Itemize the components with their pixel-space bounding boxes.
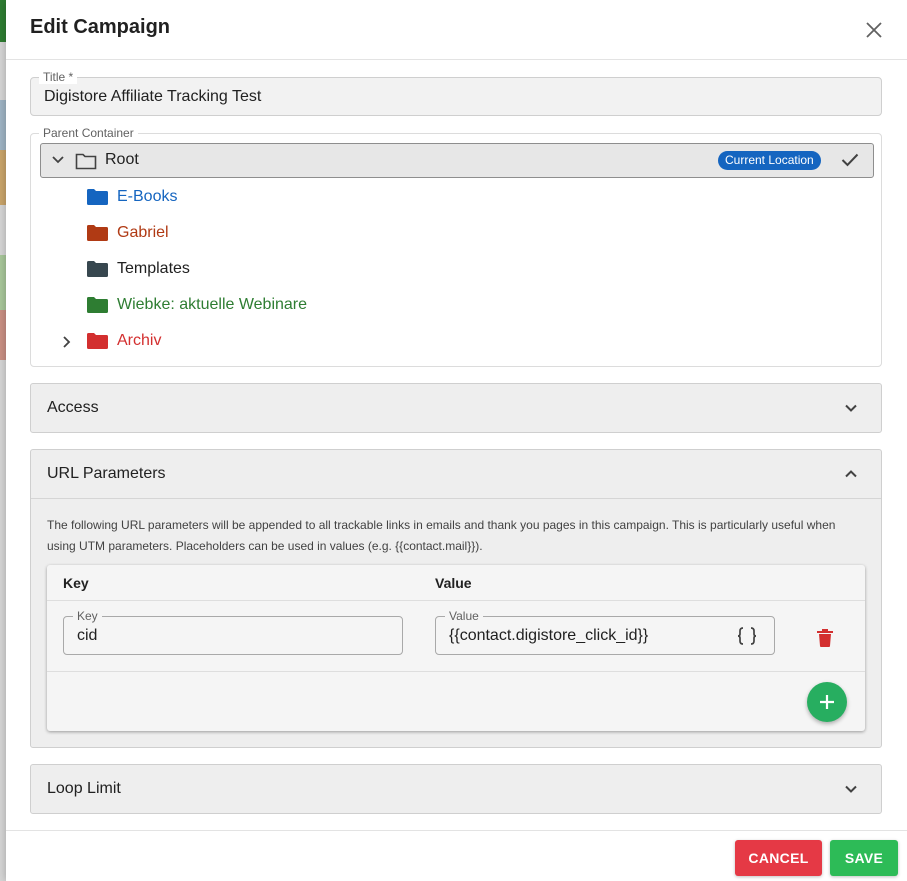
loop-limit-label: Loop Limit	[47, 780, 121, 797]
tree-item-label: E-Books	[117, 188, 178, 205]
dialog-footer: CANCEL SAVE	[6, 830, 907, 881]
tree-item-root[interactable]: Root Current Location	[40, 143, 874, 178]
parent-container-tree: Parent Container Root Current Location E…	[30, 126, 882, 367]
title-field[interactable]: Title * Digistore Affiliate Tracking Tes…	[30, 70, 882, 116]
access-accordion: Access	[30, 383, 882, 433]
access-accordion-header[interactable]: Access	[31, 384, 881, 432]
current-location-badge: Current Location	[718, 151, 821, 170]
add-parameter-button[interactable]	[807, 682, 847, 722]
loop-limit-accordion: Loop Limit	[30, 764, 882, 814]
cancel-button[interactable]: CANCEL	[735, 840, 822, 876]
chevron-down-icon	[845, 785, 857, 793]
tree-item-root-label: Root	[105, 151, 139, 168]
delete-icon[interactable]	[817, 629, 833, 647]
parent-container-label: Parent Container	[39, 126, 138, 140]
url-parameters-accordion: URL Parameters The following URL paramet…	[30, 449, 882, 748]
chevron-up-icon	[845, 470, 857, 478]
check-icon	[841, 153, 859, 167]
dialog-header: Edit Campaign	[6, 0, 907, 60]
access-label: Access	[47, 399, 99, 416]
column-header-value: Value	[435, 575, 472, 591]
chevron-down-icon[interactable]	[51, 153, 65, 167]
chevron-down-icon	[845, 404, 857, 412]
folder-icon	[87, 333, 108, 349]
param-value-input[interactable]: Value {{contact.digistore_click_id}}	[435, 609, 775, 655]
loop-limit-accordion-header[interactable]: Loop Limit	[31, 765, 881, 813]
tree-item-label: Archiv	[117, 332, 162, 349]
column-header-key: Key	[63, 575, 89, 591]
title-field-label: Title *	[39, 70, 78, 84]
param-value-value: {{contact.digistore_click_id}}	[449, 627, 649, 644]
param-key-input[interactable]: Key cid	[63, 609, 403, 655]
dialog-title: Edit Campaign	[30, 16, 171, 38]
divider	[47, 600, 865, 601]
close-icon	[866, 22, 882, 38]
param-key-value: cid	[77, 627, 98, 644]
code-braces-icon[interactable]	[736, 626, 758, 646]
folder-icon	[87, 189, 108, 205]
title-field-value: Digistore Affiliate Tracking Test	[44, 88, 262, 105]
url-parameters-accordion-header[interactable]: URL Parameters	[31, 450, 881, 498]
plus-icon	[820, 695, 834, 709]
folder-icon	[87, 297, 108, 313]
param-value-label: Value	[445, 609, 483, 623]
close-button[interactable]	[860, 16, 888, 44]
tree-item-label: Gabriel	[117, 224, 169, 241]
folder-icon	[87, 261, 108, 277]
tree-item-label: Wiebke: aktuelle Webinare	[117, 296, 308, 313]
save-button[interactable]: SAVE	[830, 840, 898, 876]
chevron-right-icon[interactable]	[61, 335, 73, 349]
edit-campaign-dialog: Edit Campaign Title * Digistore Affiliat…	[6, 0, 907, 881]
folder-icon	[87, 225, 108, 241]
url-parameters-body: The following URL parameters will be app…	[31, 498, 881, 747]
url-parameters-table: Key Value Key cid Value {{contact.digist…	[47, 565, 865, 731]
url-parameters-description: The following URL parameters will be app…	[47, 518, 836, 553]
url-parameters-label: URL Parameters	[47, 465, 166, 482]
folder-outline-icon	[75, 153, 97, 170]
tree-item-label: Templates	[117, 260, 190, 277]
param-key-label: Key	[73, 609, 102, 623]
divider	[47, 671, 865, 672]
